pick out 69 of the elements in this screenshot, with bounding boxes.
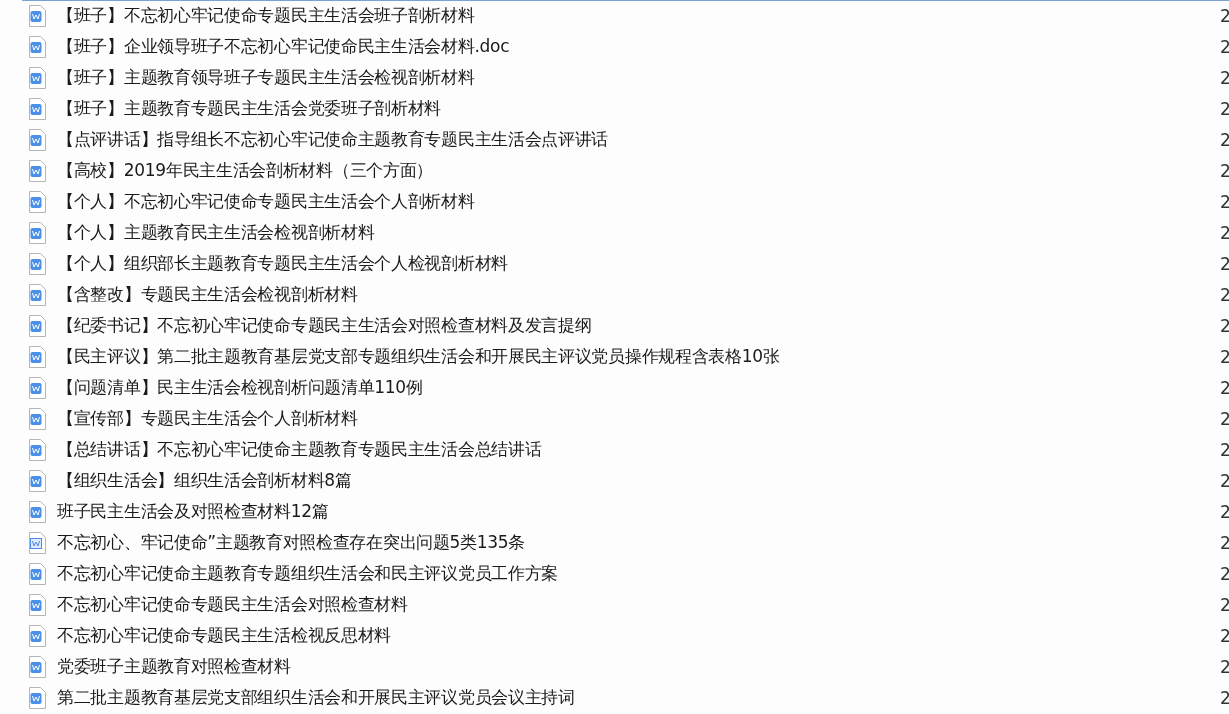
file-column-text: 2 bbox=[1220, 408, 1229, 429]
file-column-text: 2 bbox=[1220, 470, 1229, 491]
file-column-text: 2 bbox=[1220, 501, 1229, 522]
file-name[interactable]: 【个人】不忘初心牢记使命专题民主生活会个人剖析材料 bbox=[57, 190, 475, 213]
file-name[interactable]: 【纪委书记】不忘初心牢记使命专题民主生活会对照检查材料及发言提纲 bbox=[57, 314, 592, 337]
file-column-text: 2 bbox=[1220, 284, 1229, 305]
document-icon bbox=[28, 4, 47, 27]
file-name[interactable]: 【高校】2019年民主生活会剖析材料（三个方面） bbox=[57, 159, 434, 182]
file-column-text: 2 bbox=[1220, 253, 1229, 274]
file-column-text: 2 bbox=[1220, 563, 1229, 584]
file-name[interactable]: 【班子】不忘初心牢记使命专题民主生活会班子剖析材料 bbox=[57, 4, 475, 27]
file-column-text: 2 bbox=[1220, 36, 1229, 57]
file-name[interactable]: 【组织生活会】组织生活会剖析材料8篇 bbox=[57, 469, 352, 492]
document-icon bbox=[28, 190, 47, 213]
file-column-text: 2 bbox=[1220, 532, 1229, 553]
file-name[interactable]: 不忘初心牢记使命专题民主生活会对照检查材料 bbox=[57, 593, 408, 616]
file-name[interactable]: 【个人】主题教育民主生活会检视剖析材料 bbox=[57, 221, 375, 244]
file-column-text: 2 bbox=[1220, 439, 1229, 460]
document-icon bbox=[28, 407, 47, 430]
file-column-text: 2 bbox=[1220, 625, 1229, 646]
file-column-text: 2 bbox=[1220, 656, 1229, 677]
file-name[interactable]: 【班子】主题教育领导班子专题民主生活会检视剖析材料 bbox=[57, 66, 475, 89]
document-icon bbox=[28, 655, 47, 678]
file-column-text: 2 bbox=[1220, 377, 1229, 398]
file-column-text: 2 bbox=[1220, 191, 1229, 212]
file-column-text: 2 bbox=[1220, 222, 1229, 243]
document-icon bbox=[28, 686, 47, 709]
file-name[interactable]: 【班子】企业领导班子不忘初心牢记使命民主生活会材料.doc bbox=[57, 35, 510, 58]
document-icon bbox=[28, 283, 47, 306]
document-icon bbox=[28, 314, 47, 337]
document-icon bbox=[28, 345, 47, 368]
document-icon bbox=[28, 531, 47, 554]
document-icon bbox=[28, 66, 47, 89]
document-icon bbox=[28, 562, 47, 585]
file-name[interactable]: 【宣传部】专题民主生活会个人剖析材料 bbox=[57, 407, 358, 430]
file-name[interactable]: 【民主评议】第二批主题教育基层党支部专题组织生活会和开展民主评议党员操作规程含表格10张 bbox=[57, 345, 780, 368]
file-name[interactable]: 【含整改】专题民主生活会检视剖析材料 bbox=[57, 283, 358, 306]
file-column-text: 2 bbox=[1220, 129, 1229, 150]
file-name[interactable]: 【总结讲话】不忘初心牢记使命主题教育专题民主生活会总结讲话 bbox=[57, 438, 542, 461]
file-column-text: 2 bbox=[1220, 687, 1229, 708]
document-icon bbox=[28, 593, 47, 616]
file-name[interactable]: 党委班子主题教育对照检查材料 bbox=[57, 655, 291, 678]
document-icon bbox=[28, 469, 47, 492]
document-icon bbox=[28, 252, 47, 275]
file-name[interactable]: 不忘初心牢记使命主题教育专题组织生活会和民主评议党员工作方案 bbox=[57, 562, 558, 585]
file-column-text: 2 bbox=[1220, 594, 1229, 615]
document-icon bbox=[28, 97, 47, 120]
file-name[interactable]: 【点评讲话】指导组长不忘初心牢记使命主题教育专题民主生活会点评讲话 bbox=[57, 128, 609, 151]
file-name[interactable]: 【问题清单】民主生活会检视剖析问题清单110例 bbox=[57, 376, 423, 399]
file-name[interactable]: 不忘初心、牢记使命”主题教育对照检查存在突出问题5类135条 bbox=[57, 531, 526, 554]
document-icon bbox=[28, 221, 47, 244]
file-column-text: 2 bbox=[1220, 5, 1229, 26]
document-icon bbox=[28, 376, 47, 399]
document-icon bbox=[28, 624, 47, 647]
file-name[interactable]: 不忘初心牢记使命专题民主生活检视反思材料 bbox=[57, 624, 391, 647]
document-icon bbox=[28, 500, 47, 523]
document-icon bbox=[28, 35, 47, 58]
file-column-text: 2 bbox=[1220, 160, 1229, 181]
file-column-text: 2 bbox=[1220, 67, 1229, 88]
file-name[interactable]: 【班子】主题教育专题民主生活会党委班子剖析材料 bbox=[57, 97, 442, 120]
file-column-text: 2 bbox=[1220, 315, 1229, 336]
document-icon bbox=[28, 128, 47, 151]
file-column-text: 2 bbox=[1220, 346, 1229, 367]
file-name[interactable]: 【个人】组织部长主题教育专题民主生活会个人检视剖析材料 bbox=[57, 252, 508, 275]
document-icon bbox=[28, 159, 47, 182]
file-name[interactable]: 班子民主生活会及对照检查材料12篇 bbox=[57, 500, 329, 523]
file-column-text: 2 bbox=[1220, 98, 1229, 119]
document-icon bbox=[28, 438, 47, 461]
file-name[interactable]: 第二批主题教育基层党支部组织生活会和开展民主评议党员会议主持词 bbox=[57, 686, 575, 709]
